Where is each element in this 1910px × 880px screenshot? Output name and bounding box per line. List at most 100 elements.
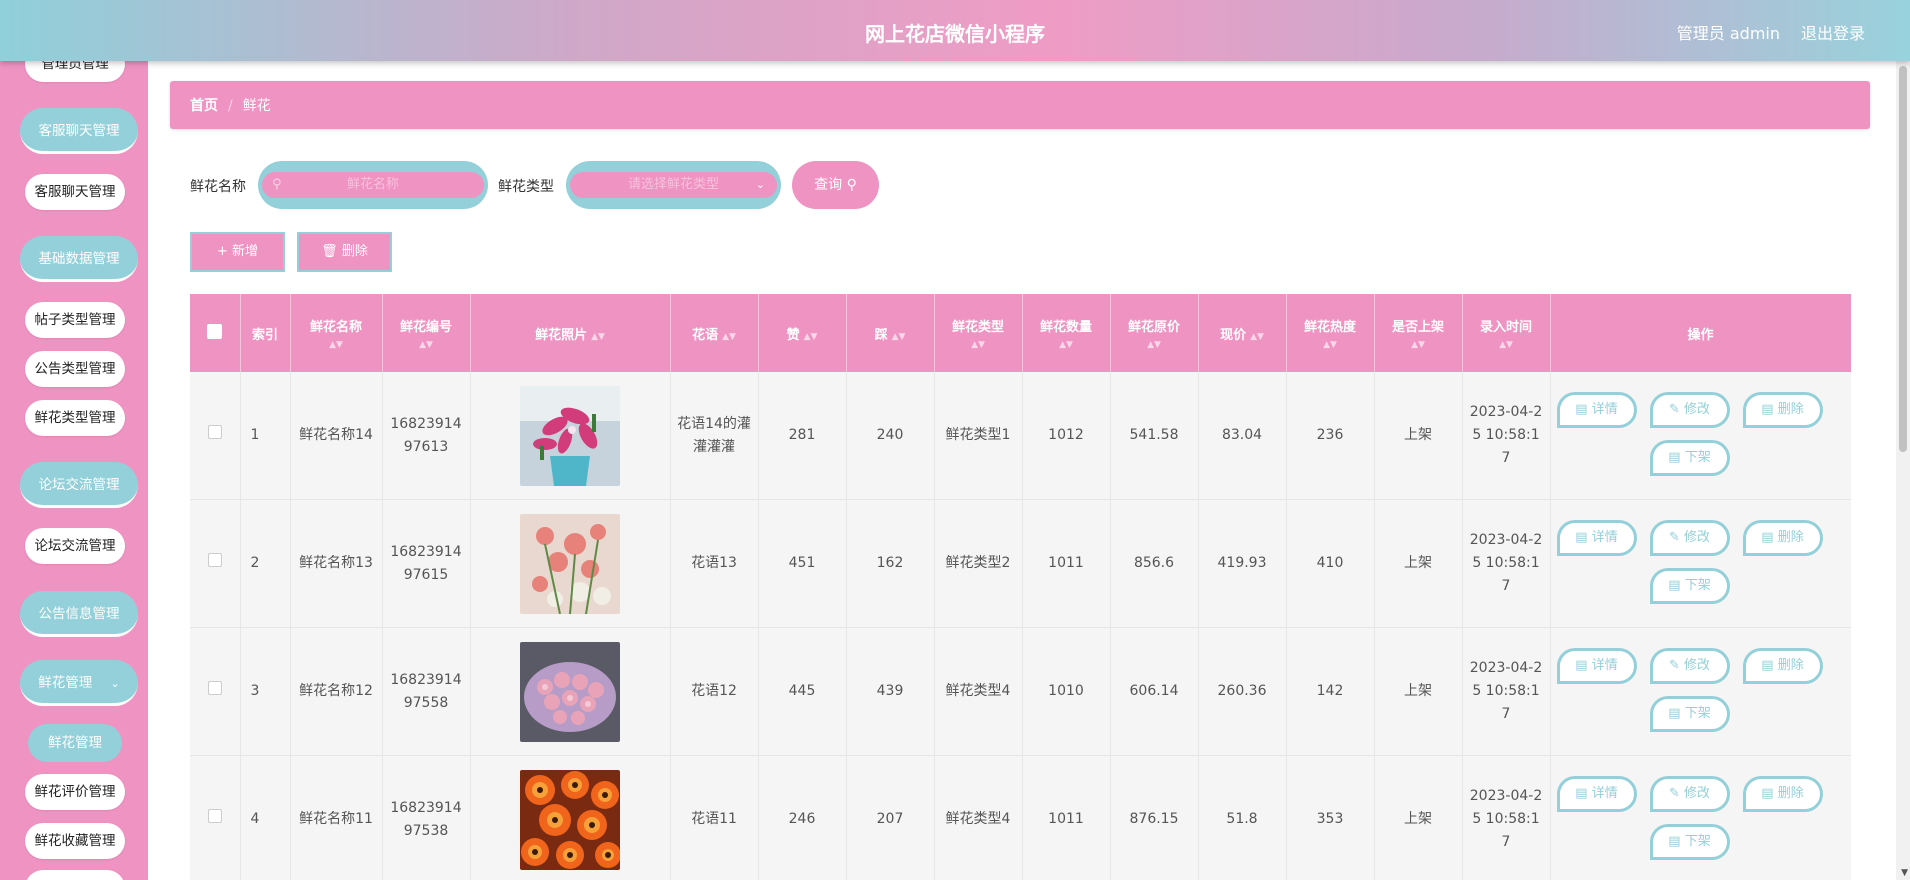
- flower-name-input[interactable]: ⚲ 鲜花名称: [258, 161, 488, 209]
- flower-table: 索引 鲜花名称 ▲▼ 鲜花编号 ▲▼ 鲜花照片 ▲▼ 花语 ▲▼ 赞 ▲▼ 踩 ▲▼ 鲜花类…: [190, 294, 1851, 880]
- cell-actions: ▤ 详情 ✎ 修改 ▤ 删除 ▤ 下架: [1550, 627, 1851, 756]
- cell-type: 鲜花类型4: [934, 627, 1023, 756]
- edit-button[interactable]: ✎ 修改: [1649, 647, 1730, 684]
- delete-label: 删除: [1777, 657, 1804, 673]
- row-checkbox[interactable]: [190, 372, 241, 500]
- breadcrumb-home[interactable]: 首页: [190, 98, 218, 114]
- cell-orig-price: 606.14: [1110, 627, 1199, 756]
- admin-label: 管理员 admin: [1676, 24, 1780, 43]
- edit-button[interactable]: ✎ 修改: [1649, 391, 1730, 428]
- detail-button[interactable]: ▤ 详情: [1556, 391, 1637, 428]
- delete-row-button[interactable]: ▤ 删除: [1742, 519, 1823, 556]
- cell-up: 445: [758, 627, 847, 756]
- sidebar-item-flower-manage[interactable]: 鲜花管理: [28, 724, 122, 762]
- col-language[interactable]: 花语 ▲▼: [670, 294, 759, 372]
- row-checkbox[interactable]: [190, 755, 241, 880]
- scrollbar-thumb[interactable]: [1899, 66, 1907, 452]
- sidebar-item-flower-collect[interactable]: 鲜花收藏管理: [25, 823, 125, 859]
- sidebar-item-flower-review[interactable]: 鲜花评价管理: [25, 774, 125, 810]
- sidebar-group-forum[interactable]: 论坛交流管理: [20, 462, 138, 508]
- sidebar-group-flower[interactable]: 鲜花管理 ⌄: [20, 660, 138, 706]
- off-shelf-button[interactable]: ▤ 下架: [1649, 695, 1730, 732]
- select-all-checkbox[interactable]: [190, 294, 241, 372]
- query-button[interactable]: 查询 ⚲: [792, 161, 879, 209]
- cell-code: 1682391497538: [382, 755, 471, 880]
- sort-icon: ▲▼: [722, 331, 736, 342]
- col-label: 踩: [874, 327, 888, 343]
- delete-label: 删除: [1777, 401, 1804, 417]
- detail-button[interactable]: ▤ 详情: [1556, 647, 1637, 684]
- cell-code: 1682391497558: [382, 627, 471, 756]
- sidebar-group-chat[interactable]: 客服聊天管理: [20, 108, 138, 154]
- delete-row-button[interactable]: ▤ 删除: [1742, 391, 1823, 428]
- scroll-down-arrow-icon[interactable]: ▼: [1901, 868, 1908, 878]
- flower-photo: [477, 769, 664, 870]
- trash-icon: ▤: [1761, 529, 1778, 545]
- sidebar-group-base[interactable]: 基础数据管理: [20, 236, 138, 282]
- detail-button[interactable]: ▤ 详情: [1556, 775, 1637, 812]
- table-row: 2 鲜花名称13 1682391497615 花语13 451 162 鲜花类型2 1011 8…: [190, 499, 1851, 628]
- sidebar: 管理员管理 客服聊天管理 客服聊天管理 基础数据管理 帖子类型管理 公告类型管理…: [0, 0, 148, 880]
- col-on-shelf[interactable]: 是否上架 ▲▼: [1374, 294, 1463, 372]
- sidebar-group-label: 鲜花管理: [38, 675, 93, 691]
- edit-label: 修改: [1684, 785, 1711, 801]
- detail-label: 详情: [1591, 657, 1618, 673]
- row-checkbox[interactable]: [190, 627, 241, 756]
- logout-link[interactable]: 退出登录: [1801, 20, 1865, 44]
- col-label: 录入时间: [1479, 320, 1532, 335]
- off-shelf-button[interactable]: ▤ 下架: [1649, 567, 1730, 604]
- document-icon: ▤: [1668, 449, 1685, 465]
- sidebar-item-post-type[interactable]: 帖子类型管理: [25, 302, 125, 338]
- flower-name-placeholder: 鲜花名称: [346, 177, 399, 192]
- flower-type-label: 鲜花类型: [498, 179, 554, 195]
- col-orig-price[interactable]: 鲜花原价 ▲▼: [1110, 294, 1199, 372]
- cell-language: 花语13: [670, 499, 759, 628]
- cell-up: 281: [758, 372, 847, 500]
- sidebar-item-chat[interactable]: 客服聊天管理: [25, 174, 125, 210]
- col-label: 鲜花名称: [309, 320, 362, 335]
- sidebar-item-forum[interactable]: 论坛交流管理: [25, 528, 125, 564]
- document-icon: ▤: [1575, 401, 1592, 417]
- sort-icon: ▲▼: [971, 340, 985, 350]
- checkbox-icon: [207, 553, 222, 567]
- cell-qty: 1011: [1022, 755, 1111, 880]
- flower-type-select[interactable]: 请选择鲜花类型 ⌄: [566, 161, 781, 209]
- col-code[interactable]: 鲜花编号 ▲▼: [382, 294, 471, 372]
- col-heat[interactable]: 鲜花热度 ▲▼: [1286, 294, 1375, 372]
- cell-down: 162: [846, 499, 935, 628]
- delete-row-button[interactable]: ▤ 删除: [1742, 775, 1823, 812]
- sidebar-item-more[interactable]: [25, 870, 125, 880]
- col-name[interactable]: 鲜花名称 ▲▼: [290, 294, 383, 372]
- detail-label: 详情: [1591, 529, 1618, 545]
- col-type[interactable]: 鲜花类型 ▲▼: [934, 294, 1023, 372]
- cell-qty: 1012: [1022, 372, 1111, 500]
- detail-button[interactable]: ▤ 详情: [1556, 519, 1637, 556]
- delete-button[interactable]: 🗑 删除: [297, 232, 392, 272]
- edit-button[interactable]: ✎ 修改: [1649, 775, 1730, 812]
- sidebar-item-notice-type[interactable]: 公告类型管理: [25, 351, 125, 387]
- col-qty[interactable]: 鲜花数量 ▲▼: [1022, 294, 1111, 372]
- flower-photo: [477, 513, 664, 614]
- sort-icon: ▲▼: [329, 340, 343, 350]
- edit-button[interactable]: ✎ 修改: [1649, 519, 1730, 556]
- off-shelf-button[interactable]: ▤ 下架: [1649, 823, 1730, 860]
- col-label: 赞: [786, 327, 800, 343]
- col-down[interactable]: 踩 ▲▼: [846, 294, 935, 372]
- cell-price: 83.04: [1198, 372, 1287, 500]
- col-up[interactable]: 赞 ▲▼: [758, 294, 847, 372]
- edit-icon: ✎: [1668, 529, 1684, 545]
- sidebar-group-notice[interactable]: 公告信息管理: [20, 591, 138, 637]
- col-photo[interactable]: 鲜花照片 ▲▼: [470, 294, 671, 372]
- col-time[interactable]: 录入时间 ▲▼: [1462, 294, 1551, 372]
- cell-qty: 1011: [1022, 499, 1111, 628]
- sidebar-group-label: 基础数据管理: [38, 251, 120, 267]
- sidebar-group-label: 客服聊天管理: [38, 123, 120, 139]
- sort-icon: ▲▼: [419, 340, 433, 350]
- cell-language: 花语12: [670, 627, 759, 756]
- row-checkbox[interactable]: [190, 499, 241, 628]
- add-button[interactable]: + 新增: [190, 232, 285, 272]
- delete-row-button[interactable]: ▤ 删除: [1742, 647, 1823, 684]
- sidebar-item-flower-type[interactable]: 鲜花类型管理: [25, 400, 125, 436]
- off-shelf-button[interactable]: ▤ 下架: [1649, 439, 1730, 476]
- col-price[interactable]: 现价 ▲▼: [1198, 294, 1287, 372]
